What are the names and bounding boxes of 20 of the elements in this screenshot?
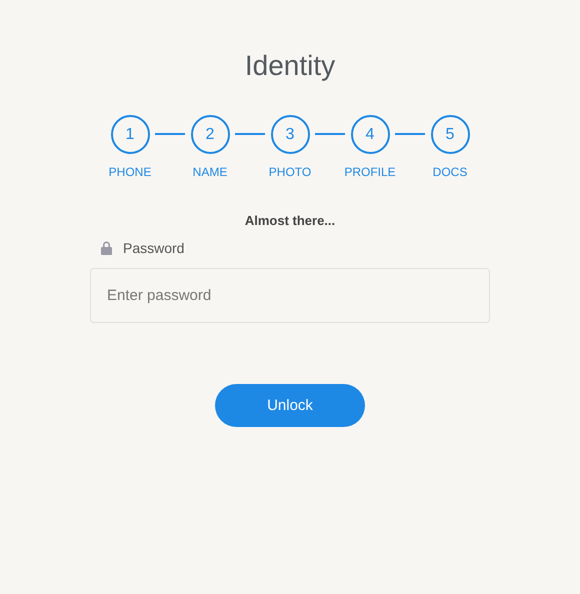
step-connector (235, 133, 265, 135)
step-number: 5 (430, 115, 470, 154)
field-label: Password (123, 240, 184, 256)
step-connector (155, 133, 185, 135)
status-message: Almost there... (244, 213, 336, 228)
step-label: NAME (192, 165, 228, 179)
step-number: 2 (190, 115, 230, 154)
step-number: 1 (110, 115, 150, 154)
step-connector (395, 133, 425, 135)
step-number: 4 (350, 115, 390, 154)
password-field[interactable]: Enter password (90, 268, 490, 323)
step-connector (315, 133, 345, 135)
step-label: PHOTO (268, 165, 312, 179)
step-number: 3 (270, 115, 310, 154)
page-title: Identity (244, 49, 336, 83)
step-label: PHONE (108, 165, 152, 179)
lock-icon (100, 241, 113, 255)
unlock-button[interactable]: Unlock (215, 384, 365, 427)
step-label: PROFILE (344, 165, 396, 179)
step-label: DOCS (432, 165, 468, 179)
